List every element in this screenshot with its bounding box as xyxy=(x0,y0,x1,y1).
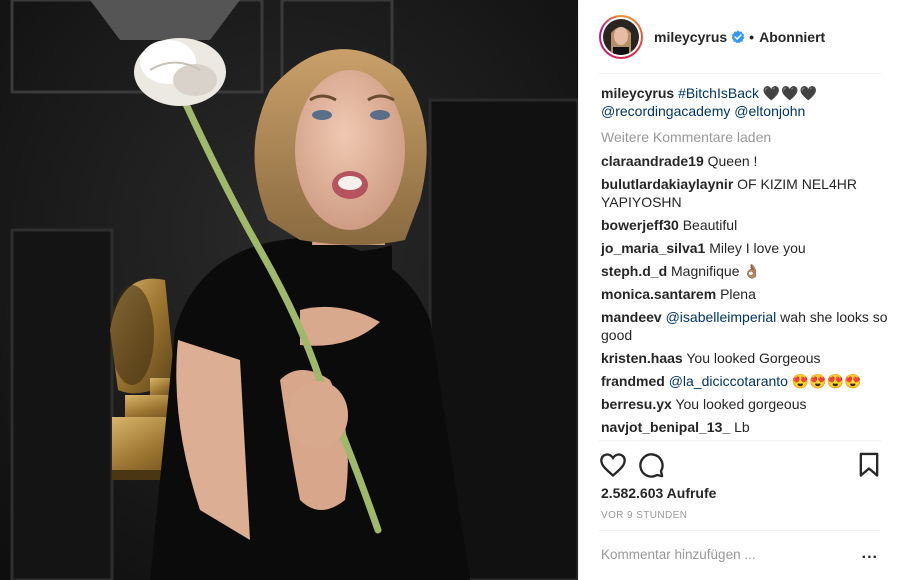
comment-row: kristen.haas You looked Gorgeous xyxy=(601,349,891,367)
comment-username[interactable]: claraandrade19 xyxy=(601,153,704,169)
comment-input[interactable]: Kommentar hinzufügen ... xyxy=(601,547,756,562)
comment-text: Queen ! xyxy=(707,153,758,169)
header-username[interactable]: mileycyrus xyxy=(654,29,727,45)
follow-status-button[interactable]: Abonniert xyxy=(759,29,825,45)
comment-icon[interactable] xyxy=(637,451,665,479)
comment-list: claraandrade19 Queen ! bulutlardakiaylayn… xyxy=(601,152,891,436)
comment-text: Magnifique 👌🏽 xyxy=(671,263,761,279)
comment-row: steph.d_d Magnifique 👌🏽 xyxy=(601,262,891,280)
comment-text: Beautiful xyxy=(682,217,738,233)
comment-username[interactable]: frandmed xyxy=(601,373,665,389)
comment-text: You looked Gorgeous xyxy=(686,350,821,366)
caption-mention[interactable]: @recordingacademy xyxy=(601,103,730,119)
comment-username[interactable]: kristen.haas xyxy=(601,350,683,366)
avatar[interactable] xyxy=(599,15,643,59)
caption-mention[interactable]: @eltonjohn xyxy=(734,103,805,119)
post-video[interactable] xyxy=(0,0,578,580)
comment-row: jo_maria_silva1 Miley I love you xyxy=(601,239,891,257)
verified-badge-icon xyxy=(731,30,745,44)
post-header: mileycyrus • Abonniert xyxy=(579,0,900,74)
header-separator: • xyxy=(749,29,755,45)
instagram-post: mileycyrus • Abonniert mileycyrus #Bitch… xyxy=(0,0,900,580)
comment-row: mandeev @isabelleimperial wah she looks … xyxy=(601,308,891,344)
comment-username[interactable]: monica.santarem xyxy=(601,286,716,302)
comment-text: 😍😍😍😍 xyxy=(787,373,862,389)
comment-username[interactable]: jo_maria_silva1 xyxy=(601,240,705,256)
comment-row: claraandrade19 Queen ! xyxy=(601,152,891,170)
comment-text: You looked gorgeous xyxy=(675,396,807,412)
action-bar: 2.582.603 Aufrufe VOR 9 STUNDEN xyxy=(599,440,881,521)
comment-row: monica.santarem Plena xyxy=(601,285,891,303)
comment-row: bowerjeff30 Beautiful xyxy=(601,216,891,234)
profile-picture xyxy=(603,19,639,55)
comment-username[interactable]: bowerjeff30 xyxy=(601,217,679,233)
video-frame xyxy=(0,0,578,580)
view-count[interactable]: 2.582.603 Aufrufe xyxy=(601,485,716,501)
caption-emoji: 🖤🖤🖤 xyxy=(762,85,819,101)
comment-username[interactable]: berresu.yx xyxy=(601,396,672,412)
comment-text: Miley I love you xyxy=(709,240,806,256)
comment-text: Plena xyxy=(720,286,756,302)
load-more-comments-link[interactable]: Weitere Kommentare laden xyxy=(601,128,891,146)
comment-mention[interactable]: @la_diciccotaranto xyxy=(669,373,788,389)
comment-row: frandmed @la_diciccotaranto 😍😍😍😍 xyxy=(601,372,891,390)
caption-username[interactable]: mileycyrus xyxy=(601,85,674,101)
comment-username[interactable]: bulutlardakiaylaynir xyxy=(601,176,733,192)
comment-box[interactable]: Kommentar hinzufügen ... ... xyxy=(599,530,880,580)
comment-row: navjot_benipal_13_ Lb xyxy=(601,418,891,436)
post-caption: mileycyrus #BitchIsBack 🖤🖤🖤 @recordingac… xyxy=(601,84,891,120)
comment-mention[interactable]: @isabelleimperial xyxy=(666,309,777,325)
comment-username[interactable]: navjot_benipal_13_ xyxy=(601,419,730,435)
comment-row: bulutlardakiaylaynir OF KIZIM NEL4HR YAP… xyxy=(601,175,891,211)
comment-username[interactable]: mandeev xyxy=(601,309,662,325)
more-options-button[interactable]: ... xyxy=(862,545,878,563)
comment-username[interactable]: steph.d_d xyxy=(601,263,667,279)
bookmark-icon[interactable] xyxy=(855,451,883,479)
caption-hashtag[interactable]: #BitchIsBack xyxy=(678,85,759,101)
post-sidebar: mileycyrus • Abonniert mileycyrus #Bitch… xyxy=(578,0,900,580)
heart-icon[interactable] xyxy=(599,451,627,479)
comments-section: mileycyrus #BitchIsBack 🖤🖤🖤 @recordingac… xyxy=(601,84,891,441)
white-rose-graphic xyxy=(134,38,226,106)
comment-text: Lb xyxy=(734,419,750,435)
header-divider xyxy=(599,73,881,74)
comment-row: berresu.yx You looked gorgeous xyxy=(601,395,891,413)
post-timestamp[interactable]: VOR 9 STUNDEN xyxy=(601,510,687,521)
